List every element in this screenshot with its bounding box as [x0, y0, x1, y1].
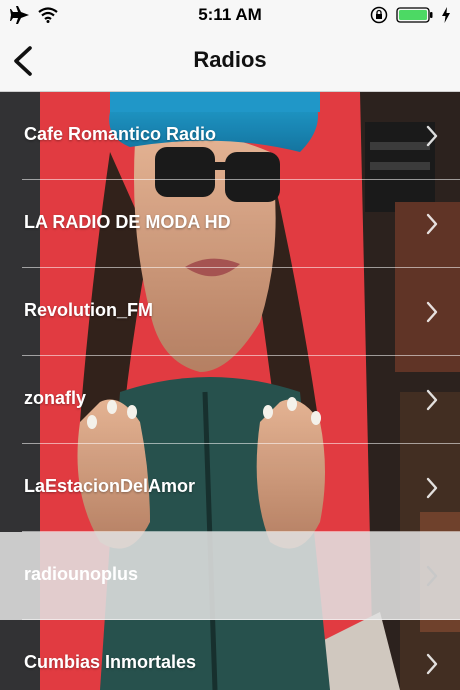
- radio-name: Revolution_FM: [24, 300, 153, 320]
- battery-icon: [396, 6, 434, 29]
- radio-row[interactable]: Revolution_FM: [0, 268, 460, 356]
- chevron-right-icon: [426, 653, 438, 675]
- radio-name: LaEstacionDelAmor: [24, 476, 196, 496]
- radio-row[interactable]: radiounoplus: [0, 532, 460, 620]
- page-title: Radios: [193, 47, 267, 72]
- chevron-right-icon: [426, 301, 438, 323]
- radio-row[interactable]: zonafly: [0, 356, 460, 444]
- chevron-right-icon: [426, 389, 438, 411]
- radio-list-view[interactable]: Cafe Romantico Radio LA RADIO DE MODA HD R…: [0, 92, 460, 690]
- radio-row[interactable]: Cafe Romantico Radio: [0, 92, 460, 180]
- chevron-right-icon: [426, 565, 438, 587]
- chevron-right-icon: [426, 213, 438, 235]
- chevron-right-icon: [426, 125, 438, 147]
- navigation-bar: Radios: [0, 30, 460, 92]
- radio-name: Cumbias Inmortales: [24, 652, 197, 672]
- radio-list: Cafe Romantico Radio LA RADIO DE MODA HD R…: [0, 92, 460, 690]
- radio-name: radiounoplus: [24, 564, 138, 584]
- status-bar: 5:11 AM: [0, 0, 460, 30]
- orientation-lock-icon: [370, 6, 388, 29]
- radio-name: zonafly: [24, 388, 87, 408]
- radio-name: Cafe Romantico Radio: [24, 124, 217, 144]
- charging-bolt-icon: [442, 7, 450, 28]
- radio-row[interactable]: LaEstacionDelAmor: [0, 444, 460, 532]
- radio-row[interactable]: LA RADIO DE MODA HD: [0, 180, 460, 268]
- chevron-right-icon: [426, 477, 438, 499]
- radio-row[interactable]: Cumbias Inmortales: [0, 620, 460, 690]
- radio-name: LA RADIO DE MODA HD: [24, 212, 231, 232]
